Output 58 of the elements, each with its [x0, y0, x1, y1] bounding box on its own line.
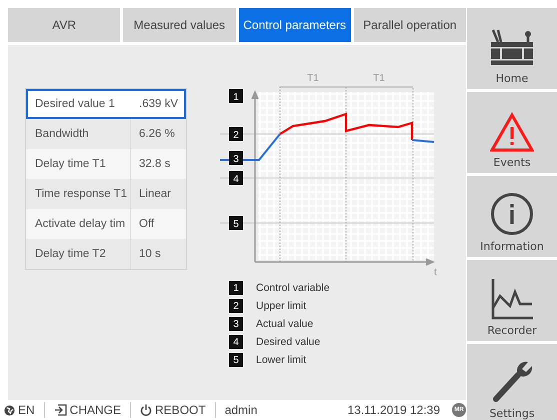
info-icon: [490, 192, 534, 236]
marker-number: 1: [229, 89, 243, 103]
date-time: 13.11.2019 12:39: [347, 403, 440, 417]
actual-value-curve: [220, 133, 281, 161]
marker-number: 5: [229, 216, 243, 230]
legend-label: Upper limit: [256, 300, 306, 312]
nav-button[interactable]: Events: [467, 92, 557, 173]
legend-label: Actual value: [256, 318, 314, 330]
marker-number: 4: [229, 171, 243, 185]
legend-number: 3: [229, 317, 243, 331]
parameter-value: .639 kV: [138, 98, 178, 110]
tab[interactable]: Measured values: [123, 8, 236, 42]
interval-label: T1: [373, 73, 385, 84]
actual-value-curve: [412, 139, 434, 143]
parameter-value: 32.8 s: [138, 158, 170, 170]
globe-icon: [4, 404, 15, 416]
user-name: admin: [224, 403, 258, 417]
nav-button[interactable]: Settings: [467, 344, 557, 420]
parameter-name: Delay time T2: [26, 239, 131, 269]
interval-label: T1: [307, 73, 319, 84]
nav-label: Information: [480, 240, 544, 253]
line-chart-icon: [490, 278, 534, 320]
nav-label: Settings: [489, 407, 535, 420]
change-button[interactable]: CHANGE: [70, 403, 122, 417]
legend-number: 5: [229, 353, 243, 367]
transformer-icon: [490, 28, 534, 68]
nav-button[interactable]: Home: [467, 8, 557, 89]
parameter-value: Linear: [138, 188, 171, 200]
power-icon: [140, 404, 152, 416]
parameter-value: 6.26 %: [138, 128, 175, 140]
tab[interactable]: Parallel operation: [354, 8, 466, 42]
parameter-row[interactable]: Activate delay tim Off: [26, 209, 186, 239]
nav-label: Events: [493, 156, 531, 169]
language-button[interactable]: EN: [18, 403, 35, 417]
warning-icon: [490, 112, 534, 152]
legend-number: 4: [229, 335, 243, 349]
legend-label: Control variable: [256, 282, 330, 294]
reboot-button[interactable]: REBOOT: [155, 403, 206, 417]
nav-button[interactable]: Recorder: [467, 260, 557, 341]
legend-label: Desired value: [256, 336, 320, 348]
nav-button[interactable]: Information: [467, 176, 557, 257]
tab[interactable]: AVR: [8, 8, 120, 42]
marker-number: 3: [229, 151, 243, 165]
wrench-icon: [490, 359, 534, 403]
parameter-name: Desired value 1: [34, 97, 116, 112]
legend-number: 2: [229, 299, 243, 313]
nav-label: Home: [496, 72, 528, 85]
legend-label: Lower limit: [256, 354, 306, 366]
nav-label: Recorder: [487, 324, 537, 337]
marker-number: 2: [229, 127, 243, 141]
parameter-row[interactable]: Delay time T1 32.8 s: [26, 149, 186, 179]
axis-label: t: [434, 267, 437, 278]
legend-number: 1: [229, 281, 243, 295]
parameter-value: Off: [138, 218, 154, 230]
tab[interactable]: Control parameters: [238, 8, 351, 42]
sign-in-icon: [54, 404, 67, 416]
parameter-value: 10 s: [138, 248, 161, 260]
parameter-row[interactable]: Desired value 1 .639 kV: [26, 89, 186, 119]
